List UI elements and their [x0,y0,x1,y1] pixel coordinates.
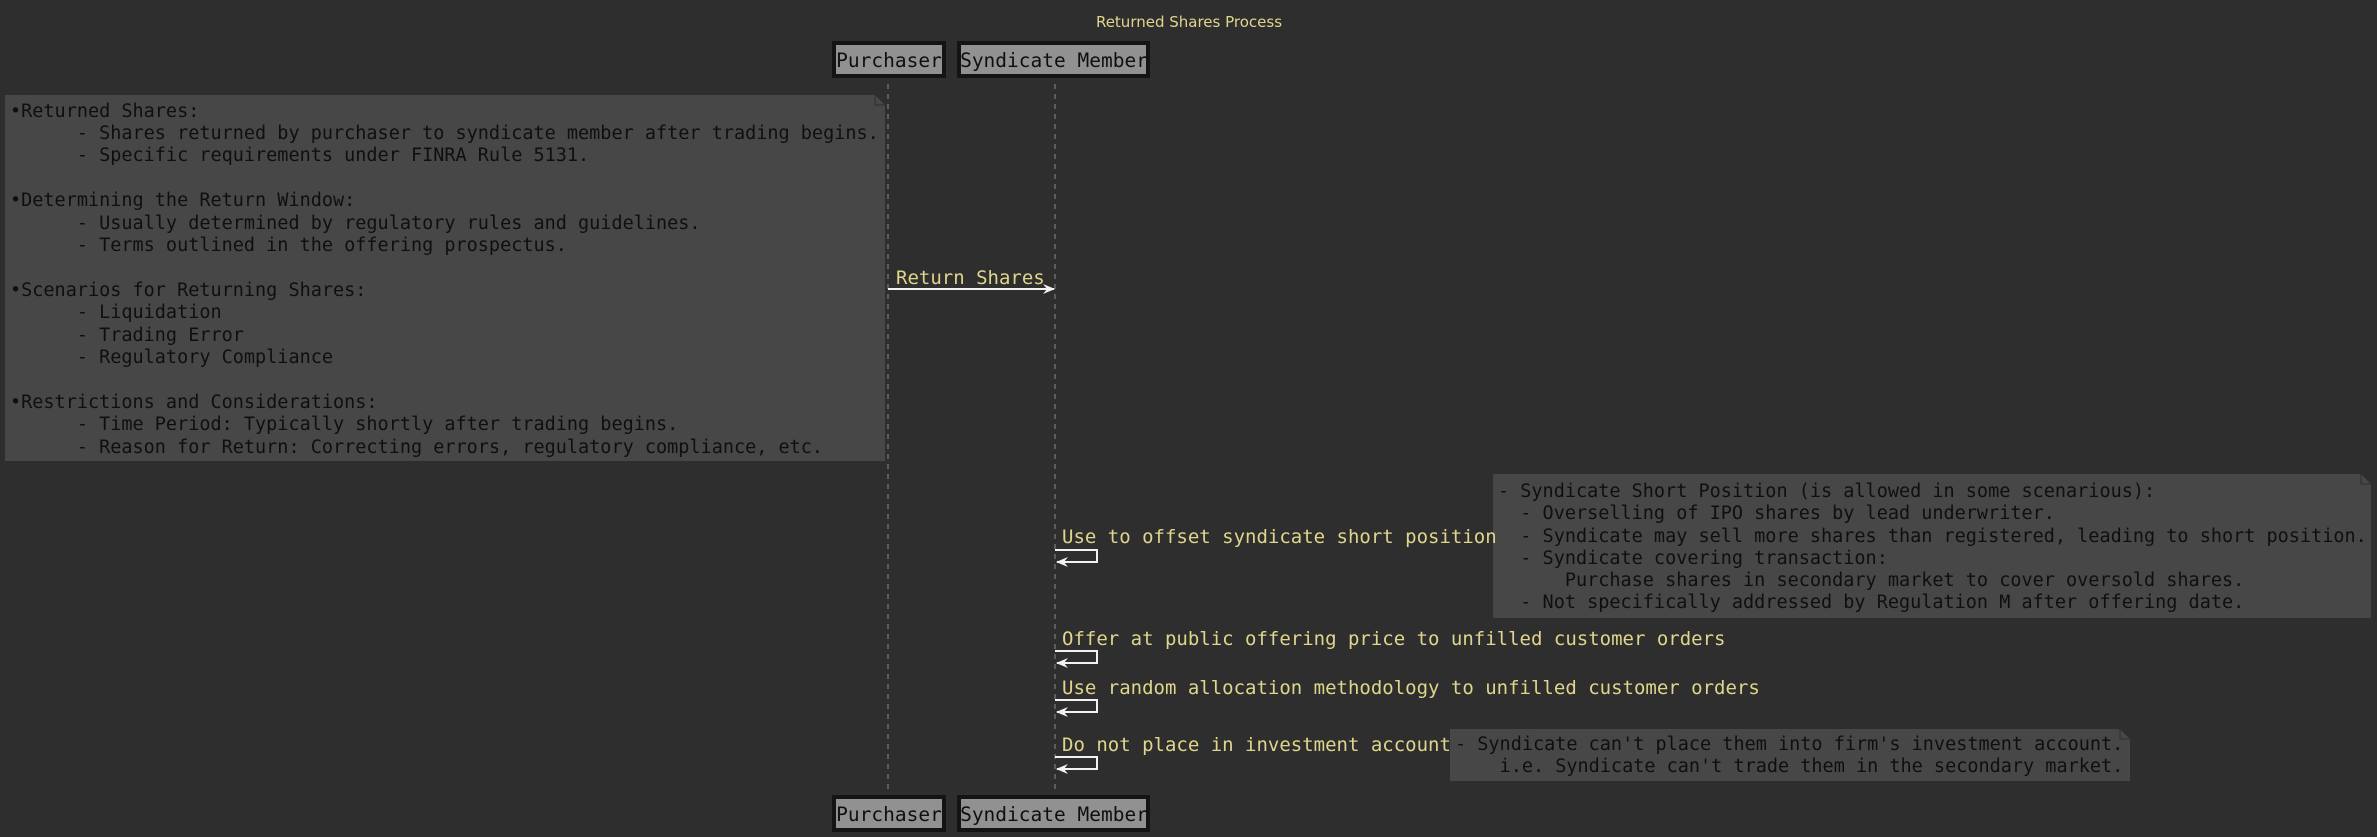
note-line: - Syndicate Short Position (is allowed i… [1498,481,2155,502]
participant-label: Syndicate Member [960,803,1148,826]
message-offset-short-position: Use to offset syndicate short position [1055,526,1497,567]
self-message-arrow [1055,756,1098,774]
note-line: - Regulatory Compliance [10,347,333,368]
note-line: - Syndicate can't place them into firm's… [1455,734,2123,755]
note-line: - Trading Error [10,325,244,346]
note-line: Purchase shares in secondary market to c… [1498,570,2244,591]
message-label: Return Shares [896,267,1045,289]
note-line: - Not specifically addressed by Regulati… [1498,592,2244,613]
participant-label: Purchaser [836,49,942,72]
note-line: •Scenarios for Returning Shares: [10,280,366,301]
sequence-diagram: Returned Shares Process Purchaser Syndic… [5,13,2371,832]
message-no-investment-account: Do not place in investment account [1055,734,1451,774]
note-line: - Overselling of IPO shares by lead unde… [1498,503,2055,524]
message-label: Use random allocation methodology to unf… [1062,677,1760,699]
note-line: i.e. Syndicate can't trade them in the s… [1455,756,2123,777]
message-random-allocation: Use random allocation methodology to unf… [1055,677,1760,717]
note-line: - Syndicate may sell more shares than re… [1498,526,2367,547]
participant-label: Purchaser [836,803,942,826]
note-line: - Usually determined by regulatory rules… [10,213,701,234]
message-return-shares: Return Shares [888,267,1055,294]
note-line: - Specific requirements under FINRA Rule… [10,145,589,166]
self-message-arrow [1055,650,1098,668]
participant-syndicate-member-top: Syndicate Member [957,41,1150,78]
participant-purchaser-top: Purchaser [832,41,946,78]
note-line: - Reason for Return: Correcting errors, … [10,437,823,458]
participant-label: Syndicate Member [960,49,1148,72]
message-label: Offer at public offering price to unfill… [1062,628,1725,650]
note-line: - Shares returned by purchaser to syndic… [10,123,879,144]
note-investment-account: - Syndicate can't place them into firm's… [1450,729,2130,781]
note-returned-shares: •Returned Shares: - Shares returned by p… [5,95,885,461]
diagram-title: Returned Shares Process [1096,13,1282,31]
participant-purchaser-bottom: Purchaser [832,795,946,832]
self-message-arrow [1055,699,1098,717]
message-label: Use to offset syndicate short position [1062,526,1497,548]
self-message-arrow [1055,549,1098,567]
note-line: - Syndicate covering transaction: [1498,548,1888,569]
note-line: - Time Period: Typically shortly after t… [10,414,678,435]
note-line: •Determining the Return Window: [10,190,355,211]
note-syndicate-short-position: - Syndicate Short Position (is allowed i… [1493,474,2371,618]
note-line: - Terms outlined in the offering prospec… [10,235,567,256]
note-line: •Restrictions and Considerations: [10,392,378,413]
note-line: •Returned Shares: [10,101,199,122]
message-offer-public-price: Offer at public offering price to unfill… [1055,628,1725,668]
note-line: - Liquidation [10,302,222,323]
participant-syndicate-member-bottom: Syndicate Member [957,795,1150,832]
message-label: Do not place in investment account [1062,734,1451,756]
